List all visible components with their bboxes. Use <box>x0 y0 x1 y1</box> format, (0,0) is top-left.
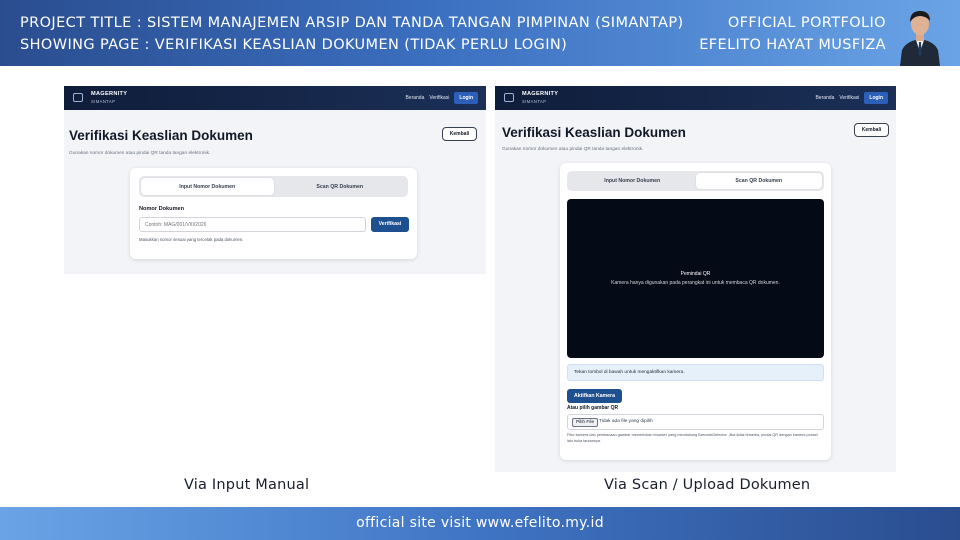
brand-subtitle: SIMANTAP <box>522 99 547 104</box>
brand-name: MAGERNITY <box>522 91 559 97</box>
footer-bar: official site visit www.efelito.my.id <box>0 507 960 540</box>
brand-name: MAGERNITY <box>91 91 128 97</box>
tab-input-number[interactable]: Input Nomor Dokumen <box>141 178 274 195</box>
tab-bar: Input Nomor Dokumen Scan QR Dokumen <box>139 176 408 197</box>
login-button[interactable]: Login <box>864 92 888 104</box>
page-subtitle: Gunakan nomor dokumen atau pindai QR tan… <box>502 147 644 152</box>
portfolio-label: OFFICIAL PORTFOLIO <box>727 15 886 31</box>
file-upload-field[interactable]: Pilih File Tidak ada file yang dipilih <box>567 414 824 430</box>
verification-card: Input Nomor Dokumen Scan QR Dokumen Nomo… <box>130 168 417 259</box>
verification-card: Input Nomor Dokumen Scan QR Dokumen Pemi… <box>560 163 831 460</box>
back-button[interactable]: Kembali <box>854 123 889 137</box>
verify-button[interactable]: Verifikasi <box>371 217 409 232</box>
archive-logo-icon <box>504 93 514 102</box>
project-title: PROJECT TITLE : SISTEM MANAJEMEN ARSIP D… <box>20 15 684 31</box>
qr-camera-viewport: Pemindai QR Kamera hanya digunakan pada … <box>567 199 824 358</box>
camera-info-box: Tekan tombol di bawah untuk mengaktifkan… <box>567 364 824 381</box>
tab-scan-qr[interactable]: Scan QR Dokumen <box>274 178 407 195</box>
file-status: Tidak ada file yang dipilih <box>599 419 653 424</box>
camera-description: Kamera hanya digunakan pada perangkat in… <box>611 280 780 286</box>
screenshot-manual-input: MAGERNITY SIMANTAP Beranda Verifikasi Lo… <box>64 86 486 274</box>
author-avatar <box>896 4 944 66</box>
document-number-input[interactable] <box>139 217 366 232</box>
screenshot-scan-upload: MAGERNITY SIMANTAP Beranda Verifikasi Lo… <box>495 86 896 472</box>
app-navbar: MAGERNITY SIMANTAP Beranda Verifikasi Lo… <box>495 86 896 110</box>
upload-label: Atau pilih gambar QR <box>567 405 619 411</box>
choose-file-button[interactable]: Pilih File <box>572 418 599 427</box>
camera-title: Pemindai QR <box>680 271 711 277</box>
activate-camera-button[interactable]: Aktifkan Kamera <box>567 389 622 403</box>
document-number-label: Nomor Dokumen <box>139 206 185 212</box>
author-name: EFELITO HAYAT MUSFIZA <box>699 37 886 53</box>
page-title: Verifikasi Keaslian Dokumen <box>502 125 686 140</box>
footer-site-link[interactable]: official site visit www.efelito.my.id <box>0 515 960 531</box>
page-subtitle: Gunakan nomor dokumen atau pindai QR tan… <box>69 151 211 156</box>
archive-logo-icon <box>73 93 83 102</box>
login-button[interactable]: Login <box>454 92 478 104</box>
nav-link-beranda[interactable]: Beranda <box>405 95 424 101</box>
nav-link-verifikasi[interactable]: Verifikasi <box>429 95 449 101</box>
tab-bar: Input Nomor Dokumen Scan QR Dokumen <box>567 171 824 191</box>
back-button[interactable]: Kembali <box>442 127 477 141</box>
brand-subtitle: SIMANTAP <box>91 99 116 104</box>
tab-scan-qr[interactable]: Scan QR Dokumen <box>695 173 822 189</box>
app-navbar: MAGERNITY SIMANTAP Beranda Verifikasi Lo… <box>64 86 486 110</box>
browser-support-note: Fitur kamera dan pembacaan gambar memerl… <box>567 433 818 443</box>
nav-link-verifikasi[interactable]: Verifikasi <box>839 95 859 101</box>
top-banner: PROJECT TITLE : SISTEM MANAJEMEN ARSIP D… <box>0 0 960 66</box>
tab-input-number[interactable]: Input Nomor Dokumen <box>569 173 696 189</box>
showing-page: SHOWING PAGE : VERIFIKASI KEASLIAN DOKUM… <box>20 37 568 53</box>
nav-link-beranda[interactable]: Beranda <box>815 95 834 101</box>
page-title: Verifikasi Keaslian Dokumen <box>69 128 253 143</box>
caption-manual: Via Input Manual <box>184 477 310 493</box>
caption-scan: Via Scan / Upload Dokumen <box>604 477 811 493</box>
input-hint: Masukkan nomor sesuai yang tercetak pada… <box>139 237 244 242</box>
